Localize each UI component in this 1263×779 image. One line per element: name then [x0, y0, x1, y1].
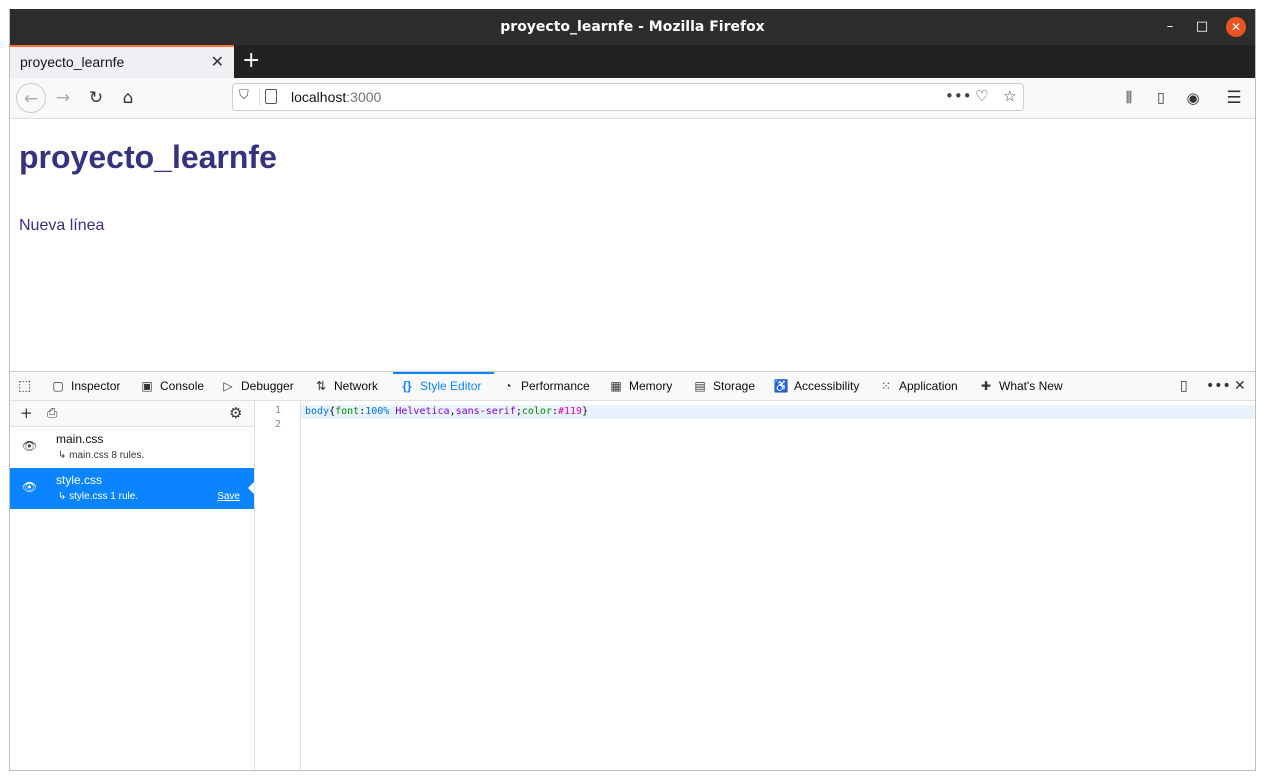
- memory-icon: ▦: [610, 379, 622, 393]
- page-actions-icon[interactable]: •••: [945, 87, 972, 105]
- settings-gear-icon[interactable]: ⚙: [229, 401, 242, 426]
- tab-label: Inspector: [71, 379, 121, 393]
- url-bar[interactable]: ⛉ localhost:3000 ••• ♡ ☆: [232, 83, 1024, 111]
- stylesheet-rules: ↳ main.css 8 rules.: [58, 450, 145, 461]
- title-bar: proyecto_learnfe - Mozilla Firefox – □ ✕: [10, 9, 1255, 45]
- stylesheet-name: style.css: [56, 473, 103, 487]
- tab-performance[interactable]: ◔ Performance: [500, 372, 590, 400]
- maximize-icon[interactable]: □: [1190, 15, 1214, 39]
- application-icon: ⁙: [880, 379, 892, 393]
- tab-strip: proyecto_learnfe ✕ +: [10, 45, 1255, 78]
- tab-application[interactable]: ⁙ Application: [878, 372, 958, 400]
- line-number: 2: [274, 419, 281, 430]
- stylesheet-item-selected[interactable]: 👁 style.css ↳ style.css 1 rule. Save: [10, 468, 254, 509]
- new-stylesheet-icon[interactable]: +: [20, 401, 33, 426]
- close-window-icon[interactable]: ✕: [1226, 17, 1246, 37]
- page-content: proyecto_learnfe Nueva línea: [10, 119, 1255, 371]
- sidebar-icon[interactable]: ▯: [1148, 86, 1174, 110]
- stylesheet-item[interactable]: 👁 main.css ↳ main.css 8 rules.: [10, 427, 254, 468]
- responsive-design-icon[interactable]: ▯: [1180, 372, 1188, 400]
- accessibility-icon: ♿: [773, 379, 789, 393]
- tab-label: Style Editor: [420, 379, 482, 393]
- tab-label: Application: [899, 379, 958, 393]
- tracking-shield-icon[interactable]: ⛉: [239, 88, 249, 103]
- browser-tab[interactable]: proyecto_learnfe ✕: [10, 45, 234, 78]
- url-port: :3000: [346, 89, 382, 105]
- tab-debugger[interactable]: ▷ Debugger: [220, 372, 294, 400]
- sidebar-toolbar: + ⎙ ⚙: [10, 401, 254, 427]
- tab-title: proyecto_learnfe: [20, 54, 125, 70]
- line-gutter: 1 2: [255, 401, 301, 770]
- url-host: localhost: [291, 89, 347, 105]
- url-text[interactable]: localhost:3000: [291, 89, 381, 105]
- css-brace: }: [582, 406, 589, 417]
- browser-window: proyecto_learnfe - Mozilla Firefox – □ ✕…: [9, 9, 1256, 771]
- devtools-menu-icon[interactable]: •••: [1206, 372, 1231, 400]
- css-property: font: [335, 406, 360, 417]
- tab-label: Storage: [713, 379, 756, 393]
- tab-accessibility[interactable]: ♿ Accessibility: [773, 372, 860, 400]
- tab-whats-new[interactable]: ✚ What's New: [978, 372, 1063, 400]
- tab-memory[interactable]: ▦ Memory: [608, 372, 672, 400]
- css-generic-family: sans-serif: [455, 406, 516, 417]
- css-font-family: Helvetica: [389, 406, 450, 417]
- reload-icon[interactable]: ↻: [83, 86, 109, 110]
- tab-console[interactable]: ▣ Console: [139, 372, 204, 400]
- tab-label: What's New: [999, 379, 1063, 393]
- pocket-icon[interactable]: ♡: [975, 87, 988, 105]
- line-number: 1: [274, 405, 281, 416]
- code-editor[interactable]: 1 2 body{font:100% Helvetica,sans-serif;…: [255, 401, 1255, 770]
- stylesheet-name: main.css: [56, 432, 104, 446]
- close-tab-icon[interactable]: ✕: [211, 52, 224, 71]
- import-stylesheet-icon[interactable]: ⎙: [47, 401, 57, 426]
- navigation-bar: ← → ↻ ⌂ ⛉ localhost:3000 ••• ♡ ☆ ⫼ ▯ ◉ ☰: [10, 78, 1255, 119]
- eye-icon[interactable]: 👁: [22, 480, 37, 494]
- page-icon: [265, 89, 277, 104]
- devtools-panel: ⬚ ▢ Inspector ▣ Console ▷ Debugger ⇅ Network…: [10, 371, 1255, 770]
- home-icon[interactable]: ⌂: [115, 86, 141, 110]
- devtools-toolbar: ⬚ ▢ Inspector ▣ Console ▷ Debugger ⇅ Network…: [10, 372, 1255, 401]
- back-arrow-icon[interactable]: ←: [16, 83, 46, 113]
- style-editor-icon: {}: [402, 379, 412, 393]
- library-icon[interactable]: ⫼: [1116, 86, 1142, 110]
- forward-arrow-icon[interactable]: →: [50, 86, 76, 110]
- save-link[interactable]: Save: [217, 491, 240, 502]
- window-title: proyecto_learnfe - Mozilla Firefox: [500, 19, 765, 35]
- whats-new-icon: ✚: [980, 379, 992, 393]
- new-tab-icon[interactable]: +: [242, 49, 260, 73]
- css-code-line[interactable]: body{font:100% Helvetica,sans-serif;colo…: [305, 405, 588, 419]
- inspector-icon: ▢: [52, 379, 64, 393]
- tab-label: Debugger: [241, 379, 294, 393]
- tab-label: Performance: [521, 379, 590, 393]
- element-picker-icon[interactable]: ⬚: [18, 372, 31, 400]
- stylesheet-sidebar: + ⎙ ⚙ 👁 main.css ↳ main.css 8 rules. 👁 s…: [10, 401, 255, 770]
- tab-label: Memory: [629, 379, 673, 393]
- page-heading: proyecto_learnfe: [19, 139, 277, 175]
- close-devtools-icon[interactable]: ✕: [1234, 372, 1246, 400]
- console-icon: ▣: [141, 379, 153, 393]
- css-color-value: #119: [557, 406, 583, 417]
- tab-style-editor[interactable]: {} Style Editor: [393, 372, 494, 400]
- tab-inspector[interactable]: ▢ Inspector: [50, 372, 120, 400]
- tab-storage[interactable]: ▤ Storage: [692, 372, 755, 400]
- debugger-icon: ▷: [223, 379, 233, 393]
- tab-label: Network: [334, 379, 379, 393]
- css-selector: body: [305, 406, 330, 417]
- eye-icon[interactable]: 👁: [22, 439, 37, 453]
- storage-icon: ▤: [694, 379, 706, 393]
- performance-icon: ◔: [504, 379, 512, 393]
- network-icon: ⇅: [315, 379, 327, 393]
- tab-network[interactable]: ⇅ Network: [313, 372, 378, 400]
- stylesheet-rules: ↳ style.css 1 rule.: [58, 491, 139, 502]
- tab-label: Accessibility: [794, 379, 860, 393]
- menu-icon[interactable]: ☰: [1221, 86, 1247, 110]
- css-number: 100%: [365, 406, 390, 417]
- minimize-icon[interactable]: –: [1158, 15, 1182, 39]
- bookmark-star-icon[interactable]: ☆: [1003, 87, 1016, 105]
- tab-label: Console: [160, 379, 205, 393]
- css-property: color: [521, 406, 552, 417]
- page-paragraph: Nueva línea: [19, 217, 105, 234]
- url-separator: [259, 88, 260, 106]
- account-icon[interactable]: ◉: [1180, 86, 1206, 110]
